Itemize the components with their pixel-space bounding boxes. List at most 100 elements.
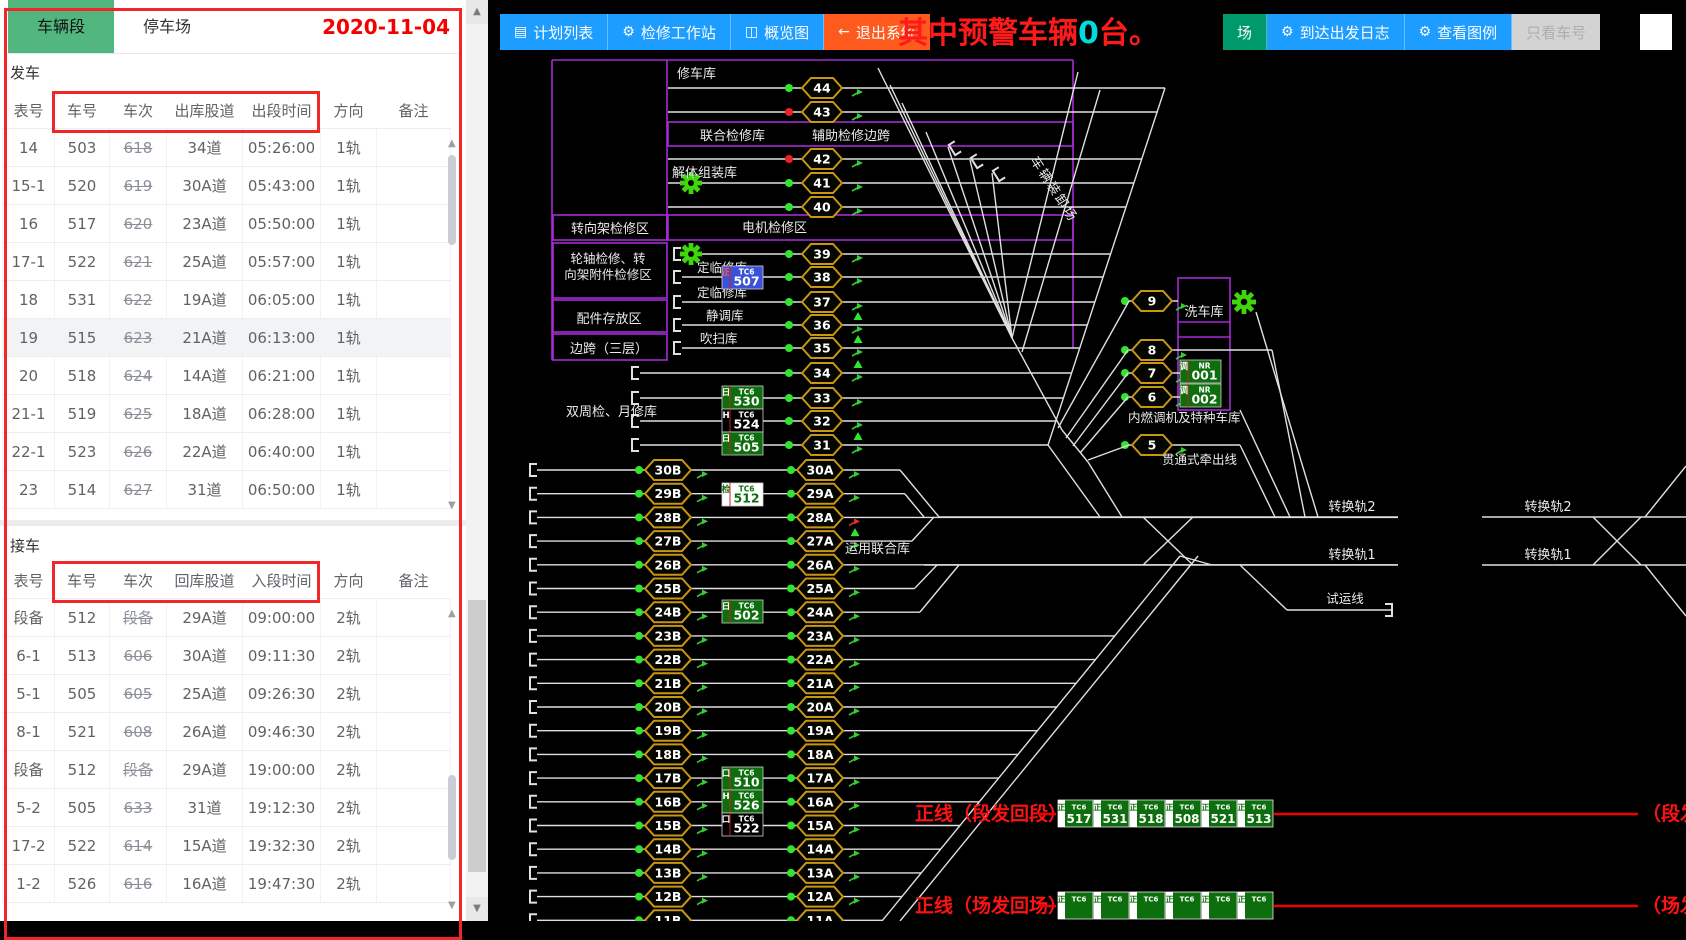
table-cell: 518: [55, 357, 110, 395]
yard-label: 场: [1237, 22, 1252, 43]
table-cell: 05:26:00: [243, 129, 321, 167]
table-cell: 1轨: [321, 129, 377, 167]
column-header: 表号: [3, 563, 55, 599]
table-row[interactable]: 5-150560525A道09:26:302轨: [3, 675, 451, 713]
table-row[interactable]: 1951562321A道06:13:001轨: [3, 319, 451, 357]
scrollbar-thumb[interactable]: [468, 600, 486, 872]
table-cell: 622: [110, 281, 167, 319]
gear-icon: ⚙: [622, 24, 635, 40]
table-cell: 06:28:00: [243, 395, 321, 433]
table-row[interactable]: 21-151962518A道06:28:001轨: [3, 395, 451, 433]
table-cell: 22-1: [3, 433, 55, 471]
table-cell: [377, 129, 451, 167]
view-legend-button[interactable]: ⚙ 查看图例: [1405, 14, 1513, 50]
table-cell: 34道: [167, 129, 243, 167]
table-cell: 1轨: [321, 433, 377, 471]
only-car-number-button[interactable]: 只看车号: [1512, 14, 1600, 50]
table-cell: 6-1: [3, 637, 55, 675]
table-row[interactable]: 2051862414A道06:21:001轨: [3, 357, 451, 395]
table-cell: 29A道: [167, 751, 243, 789]
table-cell: 22A道: [167, 433, 243, 471]
table-cell: 1-2: [3, 865, 55, 903]
table-row[interactable]: 15-152061930A道05:43:001轨: [3, 167, 451, 205]
table-cell: 520: [55, 167, 110, 205]
yard-button[interactable]: 场: [1223, 14, 1267, 50]
only-car-number-label: 只看车号: [1526, 22, 1586, 43]
gear-icon: ⚙: [1281, 24, 1294, 40]
plan-list-button[interactable]: ▤ 计划列表: [500, 14, 608, 50]
table-row[interactable]: 2351462731道06:50:001轨: [3, 471, 451, 509]
table-cell: 06:05:00: [243, 281, 321, 319]
table-cell: 26A道: [167, 713, 243, 751]
table-cell: 616: [110, 865, 167, 903]
table-cell: 31道: [167, 789, 243, 827]
table-cell: 1轨: [321, 167, 377, 205]
table-cell: 段备: [110, 599, 167, 637]
pane-scrollbar[interactable]: ▲ ▼: [466, 0, 488, 921]
table-cell: 1轨: [321, 281, 377, 319]
column-header: 表号: [3, 93, 55, 129]
warning-count: 0: [1078, 16, 1099, 51]
table-row[interactable]: 22-152362622A道06:40:001轨: [3, 433, 451, 471]
table-cell: 31道: [167, 471, 243, 509]
table-cell: 06:40:00: [243, 433, 321, 471]
table-cell: 618: [110, 129, 167, 167]
warning-prefix: 其中预警车辆: [898, 16, 1078, 51]
table-cell: 05:43:00: [243, 167, 321, 205]
document-icon: ▤: [514, 24, 527, 40]
table-row[interactable]: 8-152160826A道09:46:302轨: [3, 713, 451, 751]
scroll-down-icon[interactable]: ▼: [448, 500, 456, 511]
table-row[interactable]: 17-252261415A道19:32:302轨: [3, 827, 451, 865]
column-header: 方向: [321, 93, 377, 129]
table-cell: 29A道: [167, 599, 243, 637]
table-cell: 522: [55, 243, 110, 281]
table-cell: [377, 789, 451, 827]
table-row[interactable]: 1-252661616A道19:47:302轨: [3, 865, 451, 903]
table-row[interactable]: 段备512段备29A道09:00:002轨: [3, 599, 451, 637]
table-cell: 608: [110, 713, 167, 751]
arrive-depart-log-button[interactable]: ⚙ 到达出发日志: [1267, 14, 1405, 50]
table-cell: 505: [55, 675, 110, 713]
column-header: 出段时间: [243, 93, 321, 129]
table-cell: 1轨: [321, 243, 377, 281]
table-row[interactable]: 1651762023A道05:50:001轨: [3, 205, 451, 243]
table-cell: 21A道: [167, 319, 243, 357]
table-row[interactable]: 5-250563331道19:12:302轨: [3, 789, 451, 827]
tab-depot[interactable]: 车辆段: [8, 0, 114, 53]
scroll-up-icon[interactable]: ▲: [448, 138, 456, 149]
tab-parking-lot[interactable]: 停车场: [114, 0, 220, 53]
table-row[interactable]: 17-152262125A道05:57:001轨: [3, 243, 451, 281]
table-row[interactable]: 段备512段备29A道19:00:002轨: [3, 751, 451, 789]
table-cell: [377, 713, 451, 751]
scroll-up-icon[interactable]: ▲: [448, 608, 456, 619]
table-cell: 514: [55, 471, 110, 509]
arrival-table: 表号车号车次回库股道入段时间方向备注段备512段备29A道09:00:002轨6…: [2, 563, 451, 903]
departure-section-label: 发车: [10, 62, 40, 83]
table-cell: 513: [55, 637, 110, 675]
table-cell: 5-2: [3, 789, 55, 827]
app-window: 444342414039383736353433323130B30A29B29A…: [0, 0, 1686, 921]
table-cell: 519: [55, 395, 110, 433]
toolbar-right: 场 ⚙ 到达出发日志 ⚙ 查看图例 只看车号: [1223, 14, 1600, 50]
scroll-down-icon[interactable]: ▼: [448, 900, 456, 911]
table-cell: 5-1: [3, 675, 55, 713]
scrollbar-thumb[interactable]: [448, 775, 456, 860]
column-header: 出库股道: [167, 93, 243, 129]
scroll-down-icon[interactable]: ▼: [466, 897, 488, 921]
table-cell: 2轨: [321, 789, 377, 827]
table-row[interactable]: 6-151360630A道09:11:302轨: [3, 637, 451, 675]
departure-table: 表号车号车次出库股道出段时间方向备注1450361834道05:26:001轨1…: [2, 93, 451, 509]
table-cell: 1轨: [321, 319, 377, 357]
overview-icon: ◫: [745, 24, 758, 40]
warning-banner: 其中预警车辆0台。: [898, 8, 1159, 52]
gear-icon: ⚙: [1419, 24, 1432, 40]
repair-workstation-button[interactable]: ⚙ 检修工作站: [608, 14, 731, 50]
scrollbar-thumb[interactable]: [448, 155, 456, 245]
scroll-up-icon[interactable]: ▲: [466, 0, 488, 24]
table-cell: 2轨: [321, 713, 377, 751]
table-row[interactable]: 1853162219A道06:05:001轨: [3, 281, 451, 319]
table-cell: 515: [55, 319, 110, 357]
overview-map-button[interactable]: ◫ 概览图: [731, 14, 824, 50]
table-cell: 23: [3, 471, 55, 509]
table-row[interactable]: 1450361834道05:26:001轨: [3, 129, 451, 167]
